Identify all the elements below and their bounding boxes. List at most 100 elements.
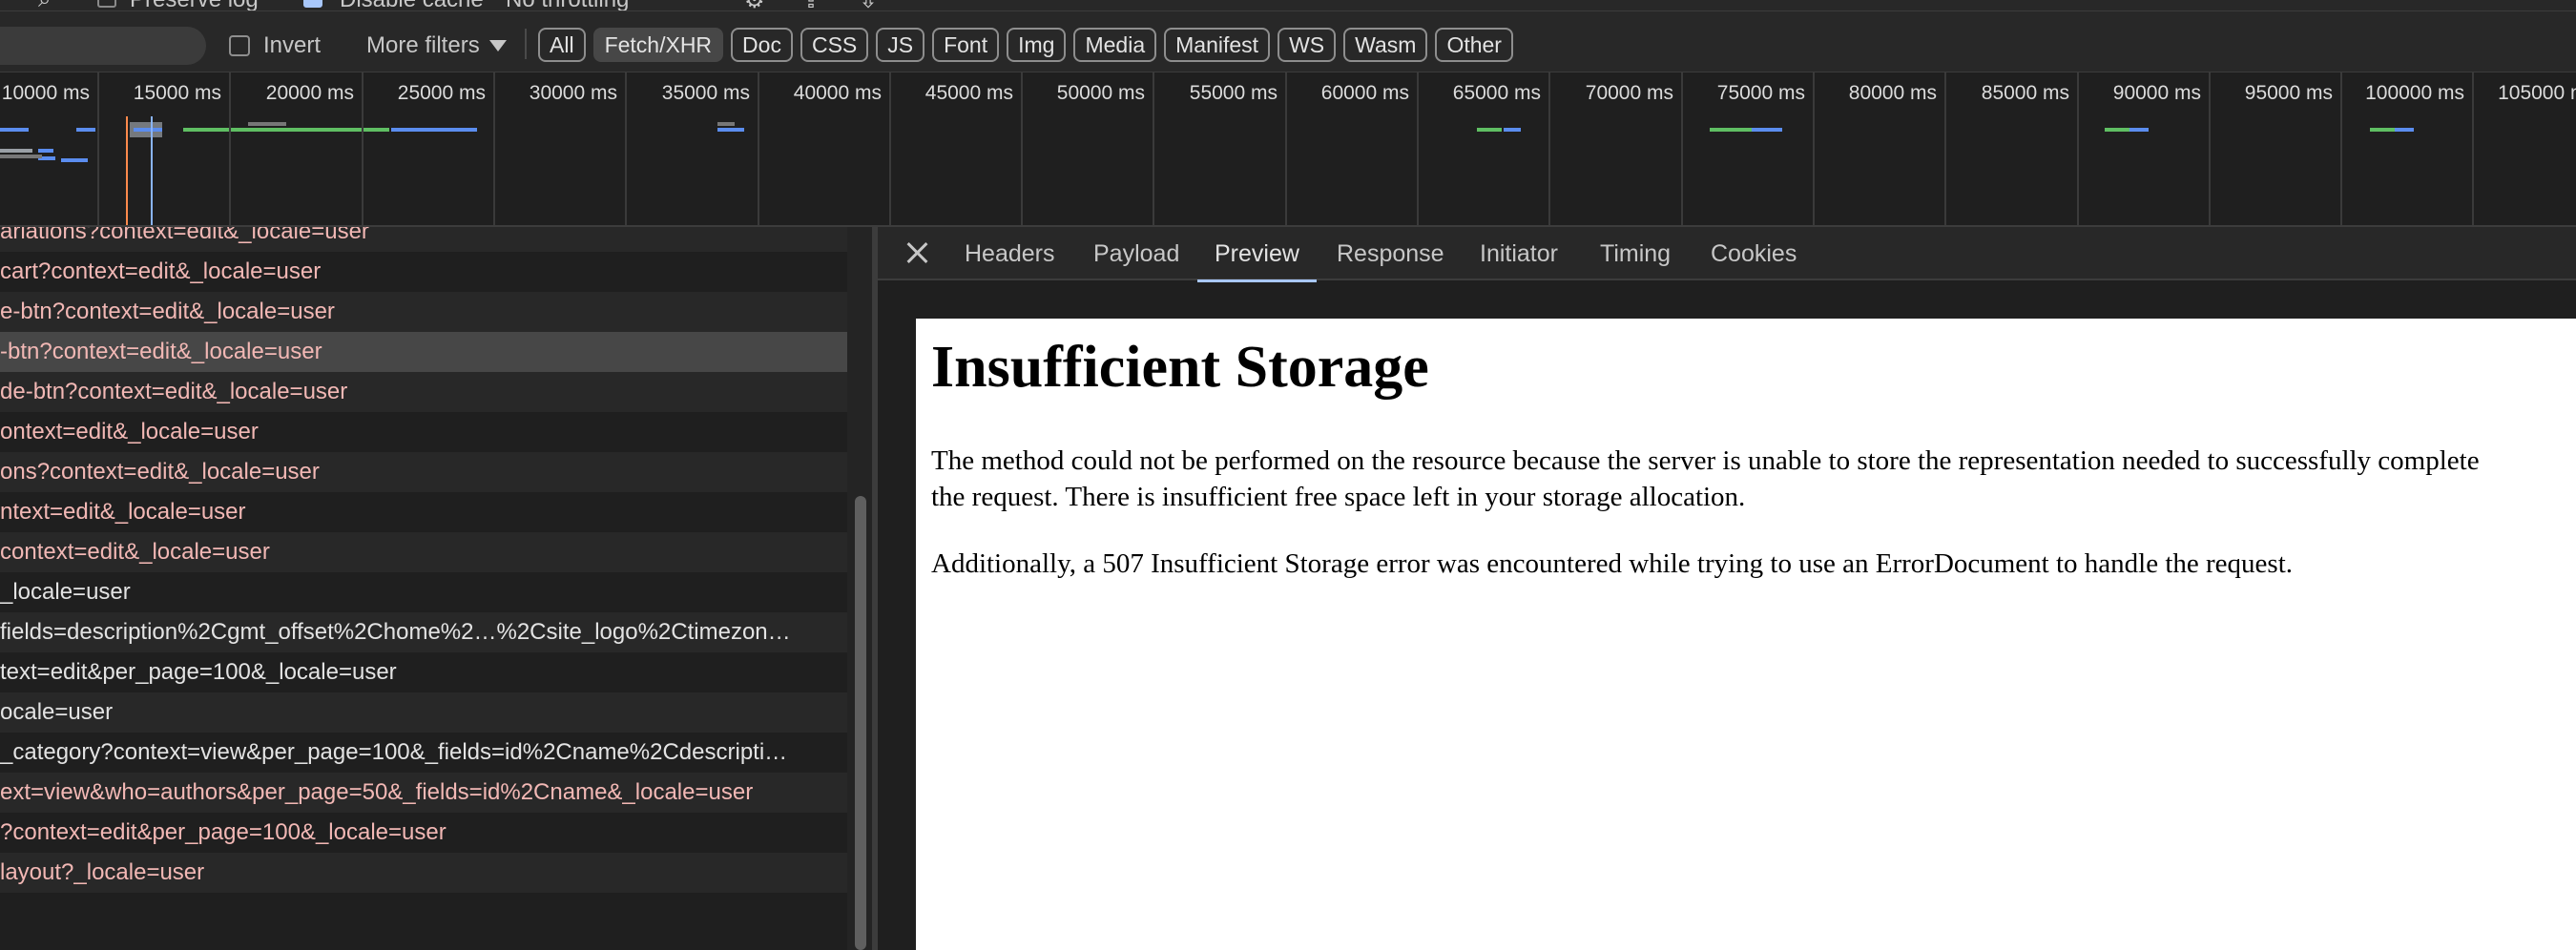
timeline-overview[interactable]: 10000 ms 15000 ms 20000 ms 25000 ms 30000 ms… <box>0 72 2576 227</box>
timeline-bar <box>248 122 286 126</box>
tab-initiator[interactable]: Initiator <box>1480 227 1558 280</box>
timeline-gridline <box>889 72 891 225</box>
table-row[interactable]: layout?_locale=user <box>0 853 847 893</box>
import-icon[interactable]: ⇪ <box>801 0 821 10</box>
chip-css[interactable]: CSS <box>800 28 869 62</box>
disable-cache-label: Disable cache <box>340 0 484 10</box>
chip-other[interactable]: Other <box>1435 28 1513 62</box>
tab-cookies[interactable]: Cookies <box>1711 227 1797 280</box>
timeline-tick-label: 30000 ms <box>529 82 617 104</box>
timeline-bar <box>2395 128 2414 132</box>
timeline-tick-label: 75000 ms <box>1716 82 1805 104</box>
chip-doc[interactable]: Doc <box>731 28 793 62</box>
timeline-gridline <box>2472 72 2474 225</box>
table-row[interactable]: ons?context=edit&_locale=user <box>0 452 847 492</box>
table-row[interactable]: text=edit&per_page=100&_locale=user <box>0 652 847 692</box>
top-toolbar: ⌕ Preserve log Disable cache No throttli… <box>0 0 2576 11</box>
tab-headers[interactable]: Headers <box>965 227 1055 280</box>
preserve-log-checkbox[interactable] <box>97 0 116 8</box>
timeline-bar <box>0 149 32 153</box>
request-list: ariations?context=edit&_locale=user cart… <box>0 227 847 950</box>
disable-cache-checkbox[interactable] <box>303 0 322 8</box>
tab-timing[interactable]: Timing <box>1600 227 1671 280</box>
table-row[interactable]: ext=view&who=authors&per_page=50&_fields… <box>0 773 847 813</box>
table-row[interactable]: e-btn?context=edit&_locale=user <box>0 292 847 332</box>
timeline-tick-label: 55000 ms <box>1189 82 1278 104</box>
timeline-tick-label: 95000 ms <box>2244 82 2333 104</box>
timeline-bar <box>1504 128 1521 132</box>
chip-ws[interactable]: WS <box>1278 28 1337 62</box>
export-icon[interactable]: ⇩ <box>859 0 878 10</box>
timeline-tick-label: 65000 ms <box>1452 82 1541 104</box>
gear-icon[interactable]: ⚙ <box>744 0 765 10</box>
timeline-bar <box>76 128 95 132</box>
chevron-down-icon <box>488 40 507 52</box>
timeline-tick-label: 60000 ms <box>1320 82 1409 104</box>
error-heading: Insufficient Storage <box>931 335 1429 400</box>
filter-divider <box>525 29 527 59</box>
chip-media[interactable]: Media <box>1073 28 1157 62</box>
table-row[interactable]: ontext=edit&_locale=user <box>0 412 847 452</box>
chip-img[interactable]: Img <box>1007 28 1067 62</box>
chip-all[interactable]: All <box>538 28 586 62</box>
chip-fetch-xhr[interactable]: Fetch/XHR <box>592 28 724 62</box>
invert-toggle[interactable]: Invert <box>229 32 321 59</box>
more-filters-dropdown[interactable]: More filters <box>366 32 507 59</box>
chip-manifest[interactable]: Manifest <box>1164 28 1271 62</box>
table-row[interactable]: ntext=edit&_locale=user <box>0 492 847 532</box>
load-event-marker <box>151 116 153 225</box>
table-row[interactable]: context=edit&_locale=user <box>0 532 847 572</box>
timeline-tick-label: 10000 ms <box>1 82 90 104</box>
table-row[interactable]: ariations?context=edit&_locale=user <box>0 227 847 252</box>
timeline-gridline <box>1285 72 1287 225</box>
chip-wasm[interactable]: Wasm <box>1343 28 1428 62</box>
timeline-tick-label: 70000 ms <box>1585 82 1673 104</box>
timeline-gridline <box>97 72 99 225</box>
chip-font[interactable]: Font <box>932 28 1000 62</box>
request-detail-pane: Headers Payload Preview Response Initiat… <box>878 227 2576 950</box>
timeline-bar <box>38 149 53 153</box>
table-row[interactable]: de-btn?context=edit&_locale=user <box>0 372 847 412</box>
timeline-gridline <box>362 72 364 225</box>
chip-js[interactable]: JS <box>876 28 925 62</box>
table-row[interactable]: fields=description%2Cgmt_offset%2Chome%2… <box>0 612 847 652</box>
invert-label: Invert <box>263 32 322 58</box>
timeline-tick-label: 25000 ms <box>397 82 486 104</box>
tab-preview[interactable]: Preview <box>1197 227 1317 282</box>
timeline-tick-label: 90000 ms <box>2112 82 2201 104</box>
timeline-bar <box>183 128 389 132</box>
table-row[interactable]: ?context=edit&per_page=100&_locale=user <box>0 813 847 853</box>
close-icon[interactable] <box>904 239 931 266</box>
table-row[interactable]: cart?context=edit&_locale=user <box>0 252 847 292</box>
throttling-select[interactable]: No throttling <box>506 0 629 10</box>
tab-payload[interactable]: Payload <box>1093 227 1179 280</box>
search-icon[interactable]: ⌕ <box>38 0 51 10</box>
timeline-tick-label: 100000 ms <box>2365 82 2464 104</box>
timeline-bar <box>2105 128 2131 132</box>
timeline-gridline <box>1548 72 1550 225</box>
filter-input[interactable] <box>0 27 206 65</box>
invert-checkbox[interactable] <box>229 35 250 56</box>
preserve-log-label: Preserve log <box>130 0 259 10</box>
timeline-bar <box>717 122 735 126</box>
timeline-bar <box>717 128 744 132</box>
table-row-selected[interactable]: -btn?context=edit&_locale=user <box>0 332 847 372</box>
timeline-gridline <box>1813 72 1815 225</box>
table-row[interactable]: _category?context=view&per_page=100&_fie… <box>0 733 847 773</box>
table-row[interactable]: ocale=user <box>0 692 847 733</box>
timeline-gridline <box>1021 72 1023 225</box>
timeline-tick-label: 105000 ms <box>2498 82 2576 104</box>
timeline-tick-label: 15000 ms <box>133 82 221 104</box>
dom-content-loaded-marker <box>126 116 128 225</box>
filter-bar: Invert More filters All Fetch/XHR Doc CS… <box>0 11 2576 72</box>
timeline-tick-label: 45000 ms <box>924 82 1013 104</box>
table-row[interactable]: _locale=user <box>0 572 847 612</box>
tab-response[interactable]: Response <box>1337 227 1444 280</box>
timeline-gridline <box>2340 72 2342 225</box>
timeline-tick-label: 80000 ms <box>1848 82 1937 104</box>
response-preview: Insufficient Storage The method could no… <box>916 319 2576 950</box>
timeline-tick-label: 20000 ms <box>265 82 354 104</box>
timeline-gridline <box>1681 72 1683 225</box>
scrollbar-thumb[interactable] <box>855 496 866 950</box>
table-row <box>0 893 847 933</box>
